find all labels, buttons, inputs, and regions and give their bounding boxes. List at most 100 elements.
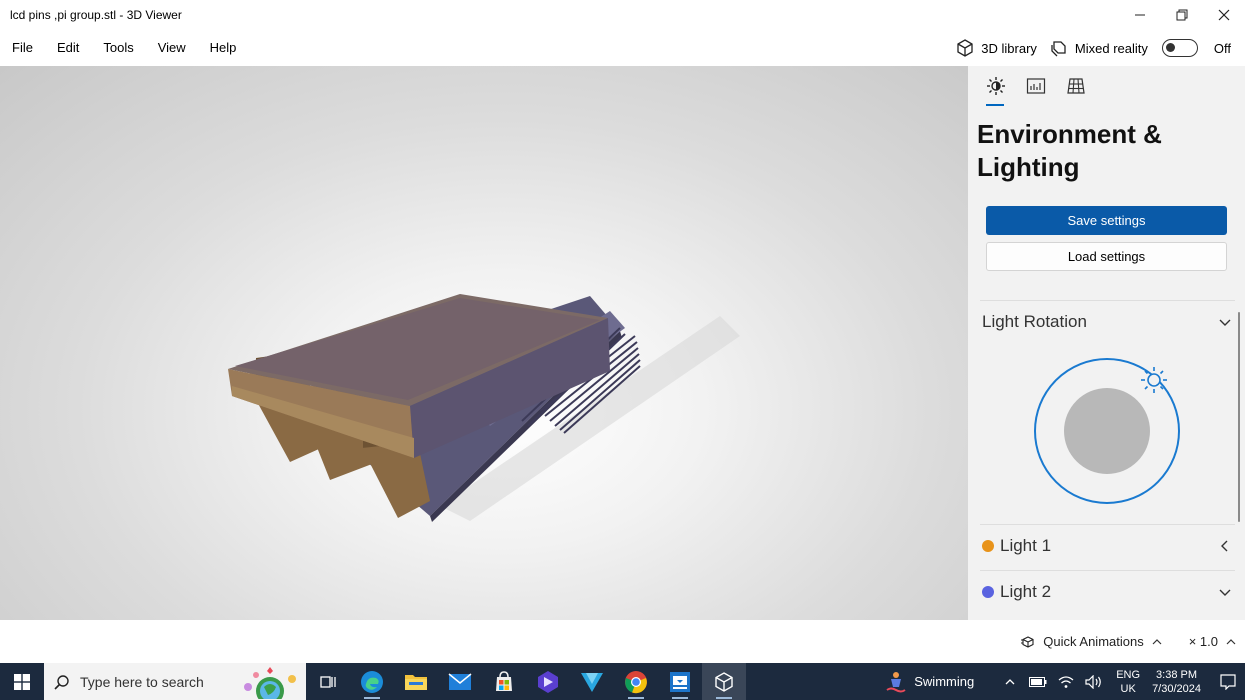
store-icon <box>496 670 512 691</box>
quick-animations-label: Quick Animations <box>1043 634 1144 649</box>
triangle-app-icon <box>581 672 603 692</box>
mixed-reality-state: Off <box>1213 40 1231 56</box>
light-1-label: Light 1 <box>1000 536 1052 555</box>
volume-button[interactable] <box>1080 674 1108 689</box>
remote-app-icon <box>670 671 690 692</box>
windows-icon <box>14 673 30 690</box>
language-region: UK <box>1120 682 1136 695</box>
stats-icon <box>1026 78 1046 94</box>
taskbar-3d-viewer[interactable] <box>702 663 746 700</box>
chevron-down-icon <box>1219 319 1231 326</box>
chrome-icon <box>625 670 647 693</box>
menu-file[interactable]: File <box>0 30 45 66</box>
weather-widget[interactable]: Swimming <box>886 671 974 693</box>
mixed-reality-icon <box>1051 41 1066 57</box>
sun-icon <box>987 77 1005 95</box>
mail-icon <box>448 672 472 690</box>
quick-animations-button[interactable]: Quick Animations <box>1020 634 1162 649</box>
environment-panel: Environment & Lighting Save settings Loa… <box>968 66 1245 620</box>
tab-environment[interactable] <box>976 76 1016 108</box>
tray-overflow-button[interactable] <box>996 676 1024 688</box>
battery-icon <box>1029 676 1047 687</box>
close-button[interactable] <box>1203 0 1245 30</box>
3d-library-button[interactable]: 3D library <box>955 38 1037 58</box>
panel-tabs <box>968 66 1245 110</box>
light-1-color <box>982 540 994 552</box>
chevron-down-icon <box>1219 589 1231 596</box>
chevron-up-icon <box>1152 638 1162 644</box>
clock[interactable]: 3:38 PM 7/30/2024 <box>1152 668 1201 696</box>
tab-grid[interactable] <box>1056 76 1096 108</box>
taskbar-mail[interactable] <box>438 663 482 700</box>
restore-icon <box>1176 9 1188 21</box>
zoom-control[interactable]: × 1.0 <box>1189 634 1237 649</box>
chevron-up-icon <box>1005 678 1015 684</box>
3d-viewport[interactable] <box>0 66 968 620</box>
animation-icon <box>1021 635 1034 648</box>
folder-icon <box>405 674 427 690</box>
search-icon <box>54 674 69 690</box>
title-bar: lcd pins ,pi group.stl - 3D Viewer <box>0 0 1245 30</box>
save-settings-button[interactable]: Save settings <box>986 206 1227 235</box>
mixed-reality-control[interactable]: Mixed reality Off <box>1049 38 1231 58</box>
weather-label: Swimming <box>914 674 975 689</box>
light-2-label: Light 2 <box>1000 582 1052 601</box>
cube-icon <box>957 39 973 57</box>
close-icon <box>1218 9 1230 21</box>
restore-button[interactable] <box>1161 0 1203 30</box>
grid-icon <box>1067 78 1085 94</box>
chevron-up-icon <box>1226 638 1236 644</box>
light-1-row[interactable]: Light 1 <box>982 536 1232 556</box>
purple-app-icon <box>538 670 558 693</box>
search-placeholder: Type here to search <box>80 673 204 690</box>
task-view-icon <box>320 675 336 688</box>
3d-library-label: 3D library <box>981 40 1037 56</box>
menu-edit[interactable]: Edit <box>45 30 91 66</box>
clock-time: 3:38 PM <box>1156 668 1198 681</box>
wifi-icon <box>1058 675 1074 688</box>
system-tray: Swimming ENG UK 3:38 PM 7/30/2024 <box>886 668 1245 696</box>
taskbar-app-purple[interactable] <box>526 663 570 700</box>
load-settings-button[interactable]: Load settings <box>986 242 1227 271</box>
tab-stats[interactable] <box>1016 76 1056 108</box>
taskbar-search[interactable]: Type here to search <box>44 663 306 700</box>
light-2-color <box>982 586 994 598</box>
battery-button[interactable] <box>1024 676 1052 687</box>
minimize-button[interactable] <box>1119 0 1161 30</box>
taskbar-edge[interactable] <box>350 663 394 700</box>
menu-view[interactable]: View <box>146 30 198 66</box>
taskbar-file-explorer[interactable] <box>394 663 438 700</box>
light-2-row[interactable]: Light 2 <box>982 582 1232 602</box>
clock-date: 7/30/2024 <box>1152 682 1201 695</box>
menu-help[interactable]: Help <box>198 30 249 66</box>
language-code: ENG <box>1116 668 1141 681</box>
minimize-icon <box>1135 14 1145 16</box>
light-rotation-dial[interactable] <box>1032 356 1182 506</box>
language-indicator[interactable]: ENG UK <box>1116 668 1140 696</box>
start-button[interactable] <box>0 663 44 700</box>
taskbar-app-triangle[interactable] <box>570 663 614 700</box>
light-rotation-label: Light Rotation <box>982 312 1087 331</box>
search-highlight-icon <box>244 667 296 699</box>
taskbar-store[interactable] <box>482 663 526 700</box>
menu-tools[interactable]: Tools <box>91 30 145 66</box>
mixed-reality-toggle[interactable] <box>1161 39 1198 57</box>
zoom-label: × 1.0 <box>1188 634 1218 649</box>
swimmer-icon <box>886 671 906 692</box>
taskbar-remote-app[interactable] <box>658 663 702 700</box>
taskbar: Type here to search Swimming ENG UK 3:38… <box>0 663 1245 700</box>
3d-viewer-icon <box>715 671 733 692</box>
network-button[interactable] <box>1052 675 1080 689</box>
light-rotation-header[interactable]: Light Rotation <box>982 312 1232 332</box>
notifications-button[interactable] <box>1211 673 1245 690</box>
speaker-icon <box>1085 674 1102 689</box>
window-title: lcd pins ,pi group.stl - 3D Viewer <box>10 8 182 22</box>
taskbar-chrome[interactable] <box>614 663 658 700</box>
light-sphere <box>1064 388 1150 474</box>
notification-icon <box>1220 673 1236 690</box>
mixed-reality-label: Mixed reality <box>1074 40 1148 56</box>
panel-scrollbar[interactable] <box>1238 312 1240 522</box>
status-bar: Quick Animations × 1.0 <box>0 620 1245 663</box>
menu-bar: File Edit Tools View Help 3D library Mix… <box>0 30 1245 66</box>
task-view-button[interactable] <box>306 663 350 700</box>
